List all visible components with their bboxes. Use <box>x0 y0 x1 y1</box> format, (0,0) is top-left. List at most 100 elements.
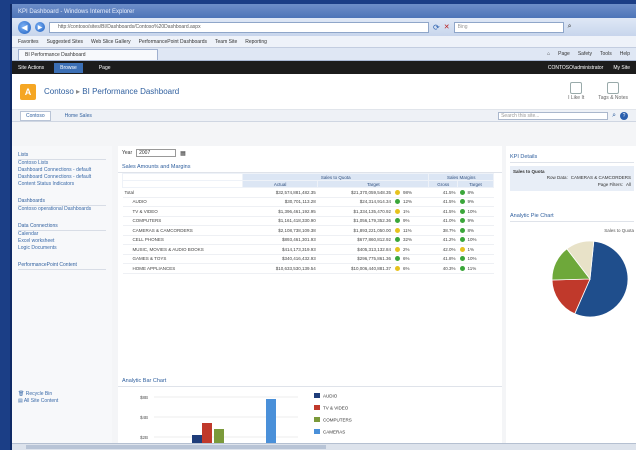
cell-text: Total <box>124 189 135 195</box>
nav-item[interactable]: Calendar <box>18 231 106 238</box>
legend-swatch <box>314 393 320 398</box>
i-like-it-button[interactable]: I Like It <box>568 82 584 101</box>
table-row[interactable]: Total $32,574,881,482.35 $21,370,059,548.3… <box>122 187 494 198</box>
table-cell-gross: 42.0% <box>428 244 458 255</box>
header-target: Target <box>317 180 430 188</box>
window-title: KPI Dashboard - Windows Internet Explore… <box>18 8 135 15</box>
cell-text: TV & VIDEO <box>132 208 158 214</box>
legend-label: CAMERAS <box>323 430 345 435</box>
search-icon[interactable]: ⌕ <box>568 23 572 31</box>
analytic-bar-chart: Analytic Bar Chart $8B $4B $2B AUDIO TV & V… <box>118 376 502 450</box>
cmd-safety[interactable]: Safety <box>578 51 592 57</box>
favorites-item[interactable]: Reporting <box>245 39 267 45</box>
nav-item[interactable]: Dashboard Connections - default <box>18 167 106 174</box>
close-tab-icon[interactable]: ✕ <box>444 23 450 31</box>
legend-label: COMPUTERS <box>323 418 352 423</box>
home-icon[interactable]: ⌂ <box>547 51 550 57</box>
status-indicator-icon <box>395 218 400 224</box>
favorites-item[interactable]: Team Site <box>215 39 237 45</box>
header-sales-margins[interactable]: Sales Margins <box>428 173 494 181</box>
cell-text: $21,370,059,548.35 <box>350 189 391 195</box>
table-cell-actual: $414,173,319.93 <box>242 244 318 255</box>
recycle-bin-link[interactable]: 🗑 Recycle Bin <box>18 391 58 398</box>
table-row[interactable]: GAMES & TOYS $340,416,432.93 $296,775,861.… <box>122 254 494 264</box>
scrollbar-thumb[interactable] <box>26 445 326 449</box>
favorites-item[interactable]: PerformancePoint Dashboards <box>139 39 207 45</box>
cmd-help[interactable]: Help <box>620 51 630 57</box>
all-site-content-label: All Site Content <box>23 398 59 404</box>
back-icon[interactable]: ◀ <box>18 20 31 34</box>
site-logo-icon[interactable]: A <box>20 83 36 100</box>
year-filter: Year 2007 ▦ <box>118 146 502 160</box>
table-cell-gross: 41.5% <box>428 197 458 207</box>
table-cell-name: MUSIC, MOVIES & AUDIO BOOKS <box>122 244 243 255</box>
tab-page[interactable]: Page <box>93 63 117 73</box>
detail-value: CAMERAS & CAMCORDERS <box>570 175 631 180</box>
status-indicator-icon <box>395 246 400 252</box>
refresh-icon[interactable]: ⟳ <box>433 23 440 32</box>
cell-text: $24,314,914.34 <box>359 199 391 205</box>
favorites-item[interactable]: Suggested Sites <box>47 39 83 45</box>
cell-text: $414,173,319.93 <box>281 246 316 252</box>
favorites-item[interactable]: Web Slice Gallery <box>91 39 131 45</box>
table-row[interactable]: COMPUTERS $1,161,418,330.90 $1,056,179,352… <box>122 216 494 226</box>
calendar-icon[interactable]: ▦ <box>180 150 186 157</box>
search-icon[interactable]: ⌕ <box>612 112 616 120</box>
nav-item[interactable]: Logic Documents <box>18 245 106 252</box>
cmd-page[interactable]: Page <box>558 51 570 57</box>
table-row[interactable]: TV & VIDEO $1,396,461,192.95 $1,334,135,47… <box>122 206 494 217</box>
table-cell-actual: $10,633,530,139.54 <box>242 263 318 274</box>
help-icon[interactable]: ? <box>620 111 628 120</box>
all-site-content-link[interactable]: ▤ All Site Content <box>18 398 58 405</box>
table-row[interactable]: CELL PHONES $893,461,301.93 $677,860,812.9… <box>122 235 494 245</box>
detail-label: Row Data: <box>546 175 568 180</box>
table-row[interactable]: CAMERAS & CAMCORDERS $2,108,738,109.38 $1,… <box>122 225 494 236</box>
forward-icon[interactable]: ▶ <box>35 22 45 32</box>
my-site-link[interactable]: My Site <box>613 65 630 71</box>
i-like-it-label: I Like It <box>568 95 585 101</box>
status-indicator-icon <box>459 265 465 271</box>
legend-swatch <box>314 429 320 434</box>
bar-chart-title: Analytic Bar Chart <box>118 376 502 387</box>
table-row[interactable]: AUDIO $30,701,113.28 $24,314,914.34 12% 41.5… <box>122 197 494 207</box>
topnav-item-home-sales[interactable]: Home Sales <box>65 113 92 119</box>
nav-item[interactable]: Content Status Indicators <box>18 181 106 188</box>
user-menu[interactable]: CONTOSO\administrator <box>548 65 603 71</box>
nav-item[interactable]: Contoso Lists <box>18 160 106 167</box>
url-field[interactable]: http://contoso/sites/BI/Dashboards/Conto… <box>49 21 429 33</box>
browser-search-input[interactable]: Bing <box>453 21 564 33</box>
nav-group-lists[interactable]: Lists <box>18 152 106 160</box>
nav-item[interactable]: Dashboard Connections - default <box>18 174 106 181</box>
nav-group-dashboards[interactable]: Dashboards <box>18 198 106 206</box>
bar-chart-svg: $8B $4B $2B AUDIO TV & VIDEO COMPUTERS CAMERA… <box>140 393 352 450</box>
status-indicator-icon <box>395 256 400 262</box>
table-cell-pct: 1% <box>393 206 429 217</box>
browser-tab[interactable]: BI Performance Dashboard <box>18 48 158 60</box>
topnav-item-contoso[interactable]: Contoso <box>20 110 51 121</box>
cell-text: 41.5% <box>442 199 456 205</box>
status-indicator-icon <box>395 237 400 243</box>
year-select[interactable]: 2007 <box>136 149 177 157</box>
cell-text: 6% <box>403 256 410 262</box>
horizontal-scrollbar[interactable] <box>12 443 636 450</box>
nav-group-data-connections[interactable]: Data Connections <box>18 223 106 231</box>
tab-browse[interactable]: Browse <box>54 62 83 73</box>
table-row[interactable]: HOME APPLIANCES $10,633,530,139.54 $10,006… <box>122 263 494 274</box>
table-cell-actual: $2,108,738,109.38 <box>242 225 318 236</box>
site-search-input[interactable]: Search this site... <box>498 111 609 120</box>
nav-item[interactable]: Excel worksheet <box>18 238 106 245</box>
table-cell-pct: 98% <box>393 187 429 198</box>
site-name[interactable]: Contoso <box>44 87 74 96</box>
cell-text: 40.3% <box>442 265 456 271</box>
cell-text: $30,701,113.28 <box>284 199 316 205</box>
favorites-item[interactable]: Favorites <box>18 39 39 45</box>
nav-group-performancepoint[interactable]: PerformancePoint Content <box>18 262 106 270</box>
bar-tick-label: $4B <box>140 415 148 420</box>
table-row[interactable]: MUSIC, MOVIES & AUDIO BOOKS $414,173,319.… <box>122 244 494 255</box>
site-actions-menu[interactable]: Site Actions <box>18 65 44 71</box>
tags-notes-button[interactable]: Tags & Notes <box>598 82 628 101</box>
cmd-tools[interactable]: Tools <box>600 51 612 57</box>
header-sales-to-quota[interactable]: Sales to Quota <box>241 173 430 181</box>
legend-label: TV & VIDEO <box>323 406 349 411</box>
nav-item[interactable]: Contoso operational Dashboards <box>18 206 106 213</box>
